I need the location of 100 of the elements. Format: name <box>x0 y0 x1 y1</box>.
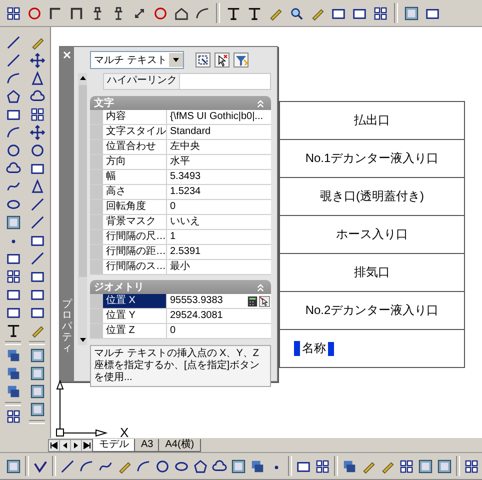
close-icon[interactable] <box>63 51 71 59</box>
object-type-dropdown[interactable]: マルチ テキスト <box>90 51 184 69</box>
property-row[interactable]: 高さ 1.5234 <box>90 185 271 200</box>
property-row[interactable]: 行間隔のス… 最小 <box>90 260 271 275</box>
collapse-chevron-icon[interactable] <box>256 98 265 108</box>
circle-icon[interactable] <box>6 143 20 158</box>
frame-icon[interactable] <box>69 6 84 20</box>
property-row[interactable]: 位置 Y 29524.3081 <box>90 309 271 324</box>
grid-icon[interactable] <box>464 458 479 474</box>
grid-icon[interactable] <box>373 6 388 20</box>
grid-icon[interactable] <box>6 269 20 284</box>
grid-icon[interactable] <box>6 409 20 424</box>
layers-icon[interactable] <box>6 348 20 363</box>
circle-icon[interactable] <box>153 6 168 20</box>
scroll-up-icon[interactable] <box>78 75 86 81</box>
rectangle-icon[interactable] <box>30 287 44 302</box>
circle-icon[interactable] <box>27 6 42 20</box>
arc-icon[interactable] <box>136 458 151 474</box>
text-tool-icon[interactable] <box>6 323 20 338</box>
layout-tab[interactable]: モデル <box>92 439 136 452</box>
pencil-icon[interactable] <box>30 323 44 338</box>
grid-icon[interactable] <box>6 6 21 20</box>
collapse-chevron-icon[interactable] <box>256 282 265 292</box>
layout-tab[interactable]: A4(横) <box>158 439 202 452</box>
line-icon[interactable] <box>60 458 75 474</box>
calculator-icon[interactable] <box>247 296 258 306</box>
pentagon-icon[interactable] <box>6 89 20 104</box>
grid-icon[interactable] <box>315 458 330 474</box>
property-row[interactable]: 行間隔の距… 2.5391 <box>90 245 271 260</box>
window-icon[interactable] <box>30 384 44 399</box>
line-icon[interactable] <box>30 251 44 266</box>
triangle-icon[interactable] <box>30 71 44 86</box>
window-icon[interactable] <box>30 402 44 417</box>
house-icon[interactable] <box>174 6 189 20</box>
line-icon[interactable] <box>30 197 44 212</box>
corner-icon[interactable] <box>48 6 63 20</box>
pentagon-icon[interactable] <box>193 458 208 474</box>
property-row[interactable]: 背景マスク いいえ <box>90 215 271 230</box>
triangle-icon[interactable] <box>30 179 44 194</box>
layers-icon[interactable] <box>6 384 20 399</box>
cloud-icon[interactable] <box>30 89 44 104</box>
line-icon[interactable] <box>6 53 20 68</box>
rectangle-icon[interactable] <box>30 233 44 248</box>
cloud-icon[interactable] <box>6 161 20 176</box>
rectangle-icon[interactable] <box>6 287 20 302</box>
window-icon[interactable] <box>437 458 452 474</box>
drawing-canvas[interactable] <box>50 27 482 438</box>
property-row[interactable]: 幅 5.3493 <box>90 170 271 185</box>
grid-icon[interactable] <box>399 458 414 474</box>
property-row[interactable]: 文字スタイル Standard <box>90 125 271 140</box>
arc-icon[interactable] <box>195 6 210 20</box>
layers-icon[interactable] <box>6 366 20 381</box>
pick-point-icon[interactable] <box>259 296 270 306</box>
text-tool-icon[interactable] <box>226 6 241 20</box>
select-objects-icon[interactable] <box>195 52 211 68</box>
window-icon[interactable] <box>418 458 433 474</box>
window-icon[interactable] <box>231 458 246 474</box>
rectangle-icon[interactable] <box>6 107 20 122</box>
window-icon[interactable] <box>404 6 419 20</box>
property-row[interactable]: 位置合わせ 左中央 <box>90 140 271 155</box>
property-row[interactable]: 位置 Z 0 <box>90 324 271 339</box>
layers-icon[interactable] <box>250 458 265 474</box>
window-icon[interactable] <box>30 366 44 381</box>
rectangle-icon[interactable] <box>30 269 44 284</box>
property-row[interactable]: 方向 水平 <box>90 155 271 170</box>
first-page-icon[interactable] <box>49 440 60 451</box>
move-icon[interactable] <box>30 53 44 68</box>
property-row[interactable]: 内容 {\fMS UI Gothic|b0|... <box>90 110 271 125</box>
property-row[interactable]: 行間隔の尺… 1 <box>90 230 271 245</box>
arc-icon[interactable] <box>79 458 94 474</box>
window-icon[interactable] <box>6 215 20 230</box>
magnifier-icon[interactable] <box>289 6 304 20</box>
ellipse-icon[interactable] <box>6 197 20 212</box>
filter-icon[interactable] <box>233 52 249 68</box>
window-icon[interactable] <box>30 348 44 363</box>
line-icon[interactable] <box>6 35 20 50</box>
circle-icon[interactable] <box>155 458 170 474</box>
pick-cursor-icon[interactable] <box>214 52 230 68</box>
cloud-icon[interactable] <box>212 458 227 474</box>
layout-tab[interactable]: A3 <box>134 439 160 452</box>
scroll-down-icon[interactable] <box>78 337 86 343</box>
grid-icon[interactable] <box>30 107 44 122</box>
arc-icon[interactable] <box>6 71 20 86</box>
property-row[interactable]: 回転角度 0 <box>90 200 271 215</box>
rectangle-icon[interactable] <box>30 305 44 320</box>
next-icon[interactable] <box>71 440 82 451</box>
property-row[interactable]: 位置 X 95553.9383 <box>90 294 271 309</box>
check-icon[interactable] <box>33 458 48 474</box>
scrollbar[interactable] <box>78 73 87 345</box>
rectangle-icon[interactable] <box>6 305 20 320</box>
pencil-icon[interactable] <box>30 35 44 50</box>
arc-icon[interactable] <box>6 125 20 140</box>
window-icon[interactable] <box>6 458 21 474</box>
layers-icon[interactable] <box>342 458 357 474</box>
line-icon[interactable] <box>30 215 44 230</box>
editing-text[interactable]: 名称 <box>302 340 326 357</box>
text-tool-icon[interactable] <box>247 6 262 20</box>
rectangle-icon[interactable] <box>6 251 20 266</box>
rectangle-icon[interactable] <box>30 161 44 176</box>
circle-icon[interactable] <box>30 143 44 158</box>
